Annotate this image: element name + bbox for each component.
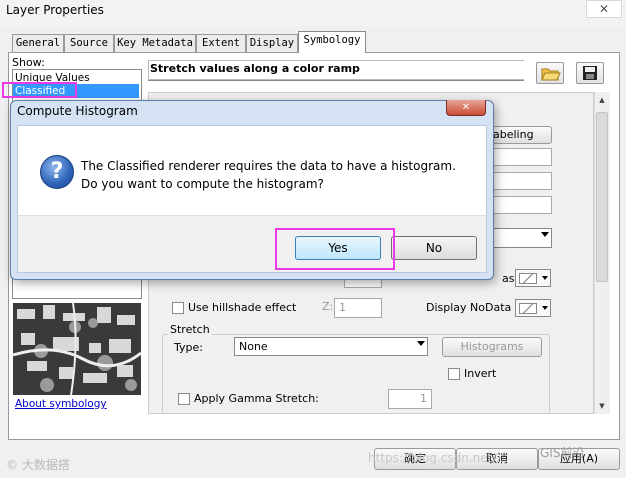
gamma-checkbox[interactable] xyxy=(178,393,190,405)
open-folder-button[interactable] xyxy=(536,62,564,84)
dialog-message-line2: Do you want to compute the histogram? xyxy=(81,177,324,191)
invert-label: Invert xyxy=(464,367,497,380)
histograms-button[interactable]: Histograms xyxy=(442,337,542,357)
tab-source[interactable]: Source xyxy=(64,34,114,52)
dialog-title: Compute Histogram xyxy=(17,104,138,118)
question-icon: ? xyxy=(40,155,74,189)
display-nodata-label: Display NoData as xyxy=(426,301,528,314)
as-label: as xyxy=(502,272,515,285)
dialog-message-line1: The Classified renderer requires the dat… xyxy=(81,159,456,173)
header-divider xyxy=(148,80,524,81)
stretch-type-select[interactable]: None xyxy=(234,337,428,356)
window-title: Layer Properties xyxy=(6,3,104,17)
labeling-button[interactable]: abeling xyxy=(490,126,552,144)
gamma-label: Apply Gamma Stretch: xyxy=(194,392,319,405)
gamma-input[interactable]: 1 xyxy=(388,389,432,409)
scrollbar-thumb[interactable] xyxy=(596,112,608,282)
scroll-down-icon[interactable]: ▼ xyxy=(594,402,610,410)
color-swatch-icon xyxy=(519,273,537,284)
tab-key-metadata[interactable]: Key Metadata xyxy=(114,34,196,52)
tab-extent[interactable]: Extent xyxy=(196,34,246,52)
stretch-type-label: Type: xyxy=(174,341,203,354)
stretch-type-value: None xyxy=(239,340,268,353)
save-button[interactable] xyxy=(576,62,604,84)
nodata-color-picker[interactable] xyxy=(515,299,551,317)
watermark-url: https://blog.csdn.net/... xyxy=(368,451,508,465)
window-close-button[interactable]: ✕ xyxy=(586,0,622,18)
hillshade-checkbox[interactable] xyxy=(172,302,184,314)
stretch-group-title: Stretch xyxy=(168,323,212,336)
tab-general[interactable]: General xyxy=(12,34,64,52)
watermark-right: GIS前沿 xyxy=(540,446,585,460)
hillshade-label: Use hillshade effect xyxy=(188,301,297,314)
chevron-down-icon xyxy=(541,232,549,237)
about-symbology-link[interactable]: About symbology xyxy=(15,398,107,410)
floppy-save-icon xyxy=(583,66,597,80)
no-button[interactable]: No xyxy=(391,236,477,260)
textbox-1[interactable] xyxy=(490,148,552,166)
highlight-box-classified xyxy=(2,82,77,98)
chevron-down-icon xyxy=(542,276,548,280)
textbox-2[interactable] xyxy=(490,172,552,190)
chevron-down-icon xyxy=(417,341,425,346)
scroll-up-icon[interactable]: ▲ xyxy=(594,96,610,104)
color-ramp-combo[interactable] xyxy=(490,228,552,248)
z-label: Z: xyxy=(322,300,334,313)
dialog-close-button[interactable]: ✕ xyxy=(446,100,486,116)
renderer-description: Stretch values along a color ramp xyxy=(148,60,524,80)
chevron-down-icon xyxy=(542,306,548,310)
background-color-picker[interactable] xyxy=(515,269,551,287)
folder-open-icon xyxy=(541,68,561,81)
tab-symbology[interactable]: Symbology xyxy=(298,31,366,53)
show-label: Show: xyxy=(12,56,45,69)
watermark-left: © 大数据搭 xyxy=(6,458,70,472)
color-swatch-icon xyxy=(519,303,537,314)
highlight-box-yes xyxy=(275,228,395,270)
symbology-preview-image xyxy=(13,303,141,395)
invert-checkbox[interactable] xyxy=(448,368,460,380)
tab-display[interactable]: Display xyxy=(246,34,298,52)
z-factor-input[interactable]: 1 xyxy=(334,298,382,318)
textbox-3[interactable] xyxy=(490,196,552,214)
